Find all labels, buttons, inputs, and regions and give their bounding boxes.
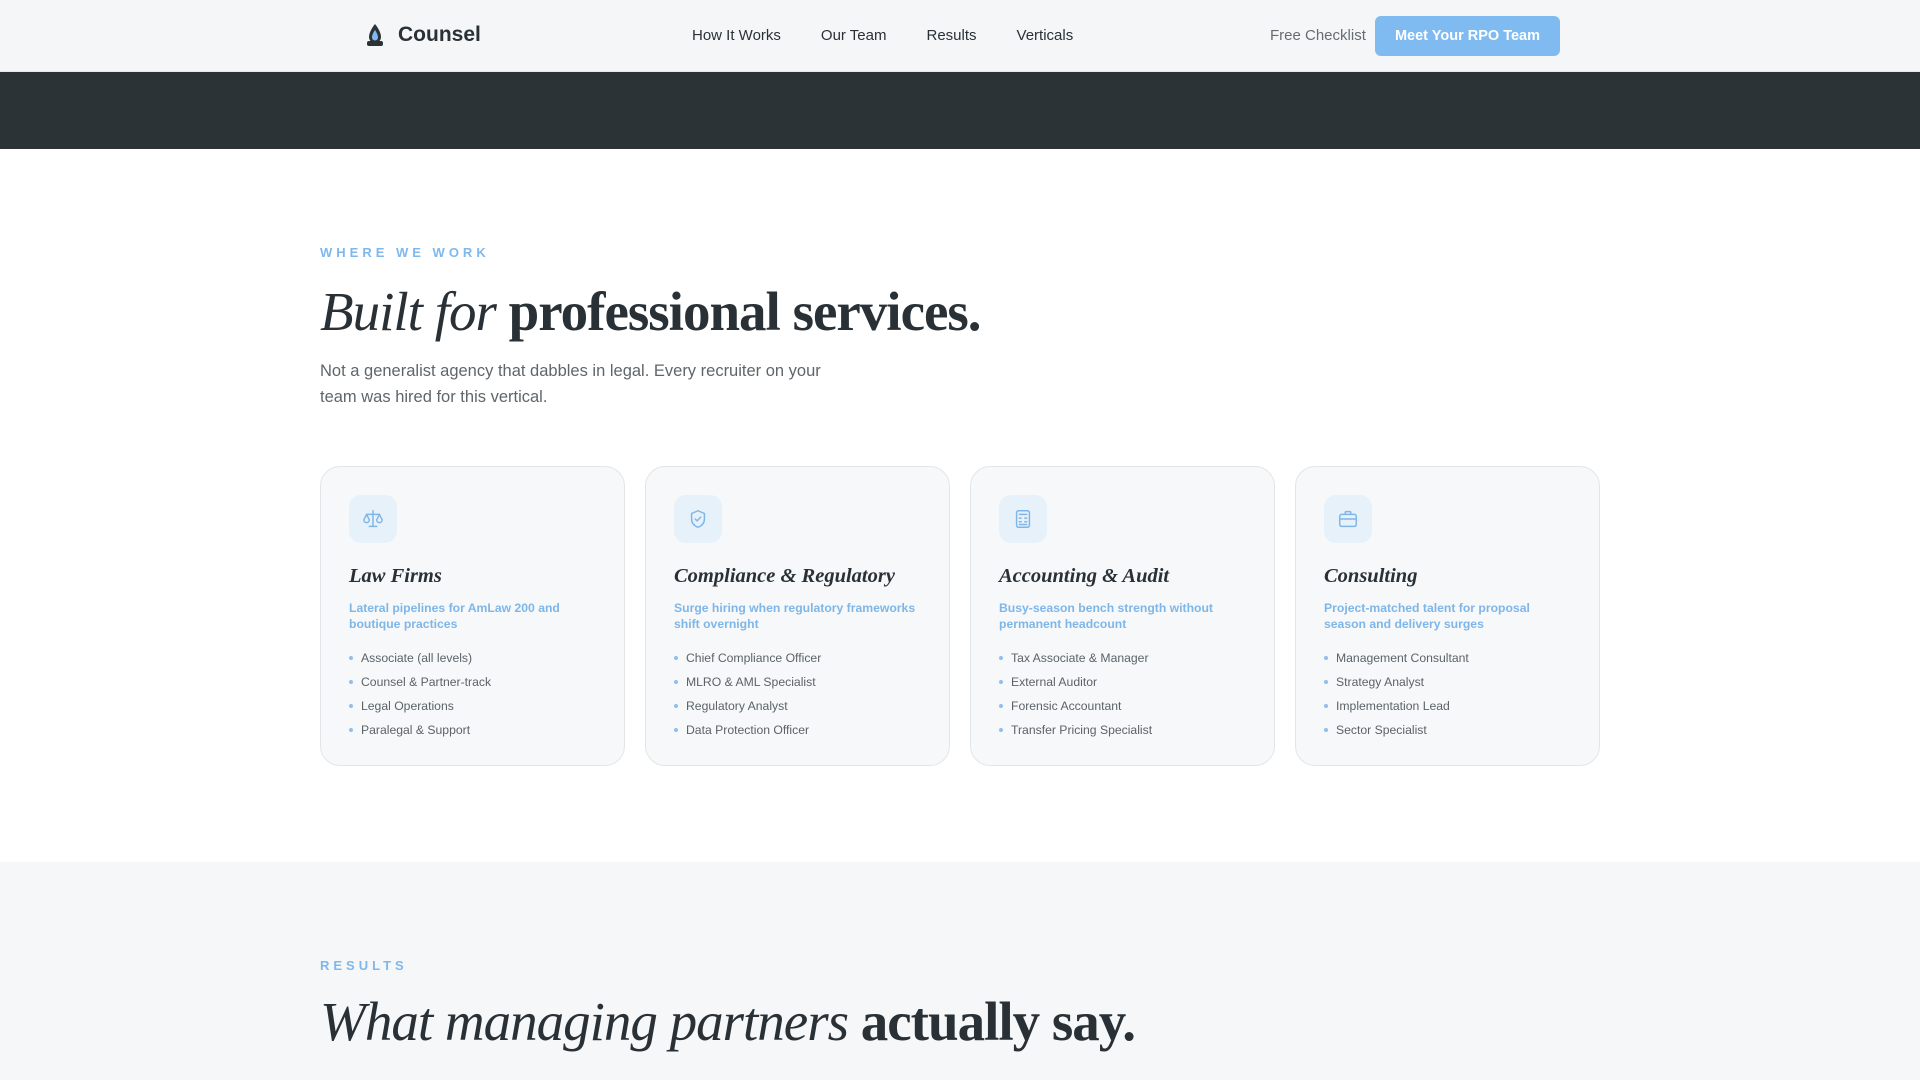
hero-dark-band xyxy=(0,72,1920,149)
section-intro: Not a generalist agency that dabbles in … xyxy=(320,362,821,406)
list-item: Data Protection Officer xyxy=(674,718,921,742)
nav-link-results[interactable]: Results xyxy=(927,27,977,44)
card-icon-wrapper xyxy=(1324,495,1372,543)
section-title-bold: actually say. xyxy=(860,991,1136,1052)
scales-icon xyxy=(363,510,383,528)
card-title: Consulting xyxy=(1324,565,1418,587)
list-item: MLRO & AML Specialist xyxy=(674,670,921,694)
section-eyebrow-results: RESULTS xyxy=(320,958,408,973)
meet-rpo-team-button[interactable]: Meet Your RPO Team xyxy=(1375,16,1560,56)
briefcase-icon xyxy=(1339,510,1357,528)
card-role-list: Tax Associate & Manager External Auditor… xyxy=(999,646,1246,742)
card-title: Accounting & Audit xyxy=(999,565,1170,587)
shield-check-icon xyxy=(690,510,706,528)
list-item: Strategy Analyst xyxy=(1324,670,1571,694)
section-title-italic: What managing partners xyxy=(320,991,849,1052)
section-eyebrow-where-we-work: WHERE WE WORK xyxy=(320,245,490,260)
card-title: Law Firms xyxy=(349,565,442,587)
card-role-list: Chief Compliance Officer MLRO & AML Spec… xyxy=(674,646,921,742)
vertical-card-law-firms: Law Firms Lateral pipelines for AmLaw 20… xyxy=(320,466,625,766)
section-title-bold: professional services. xyxy=(508,281,982,342)
card-icon-wrapper xyxy=(349,495,397,543)
calculator-icon xyxy=(1015,510,1031,528)
list-item: Counsel & Partner-track xyxy=(349,670,596,694)
nav-link-how-it-works[interactable]: How It Works xyxy=(692,27,781,44)
list-item: Sector Specialist xyxy=(1324,718,1571,742)
list-item: Implementation Lead xyxy=(1324,694,1571,718)
list-item: Associate (all levels) xyxy=(349,646,596,670)
section-title-verticals: Built for professional services. xyxy=(320,280,982,343)
vertical-card-accounting: Accounting & Audit Busy-season bench str… xyxy=(970,466,1275,766)
list-item: Chief Compliance Officer xyxy=(674,646,921,670)
nav-link-our-team[interactable]: Our Team xyxy=(821,27,887,44)
nav-link-verticals[interactable]: Verticals xyxy=(1017,27,1074,44)
list-item: Tax Associate & Manager xyxy=(999,646,1246,670)
section-title-results: What managing partners actually say. xyxy=(320,990,1136,1053)
free-checklist-link[interactable]: Free Checklist xyxy=(1270,27,1366,44)
card-role-list: Associate (all levels) Counsel & Partner… xyxy=(349,646,596,742)
card-subtitle: Project-matched talent for proposal seas… xyxy=(1324,601,1530,631)
vertical-card-compliance: Compliance & Regulatory Surge hiring whe… xyxy=(645,466,950,766)
card-icon-wrapper xyxy=(999,495,1047,543)
list-item: Regulatory Analyst xyxy=(674,694,921,718)
nav-links: How It Works Our Team Results Verticals xyxy=(692,27,1113,44)
logo-link[interactable]: Counsel xyxy=(364,22,481,48)
list-item: Transfer Pricing Specialist xyxy=(999,718,1246,742)
list-item: Forensic Accountant xyxy=(999,694,1246,718)
vertical-cards: Law Firms Lateral pipelines for AmLaw 20… xyxy=(320,466,1600,766)
section-title-italic: Built for xyxy=(320,281,497,342)
card-subtitle: Lateral pipelines for AmLaw 200 and bout… xyxy=(349,601,560,631)
logo-icon xyxy=(367,24,383,46)
card-subtitle: Busy-season bench strength without perma… xyxy=(999,601,1213,631)
list-item: Paralegal & Support xyxy=(349,718,596,742)
list-item: Management Consultant xyxy=(1324,646,1571,670)
top-nav: Counsel How It Works Our Team Results Ve… xyxy=(0,0,1920,72)
card-title: Compliance & Regulatory xyxy=(674,565,895,587)
card-icon-wrapper xyxy=(674,495,722,543)
card-subtitle: Surge hiring when regulatory frameworks … xyxy=(674,601,916,631)
card-role-list: Management Consultant Strategy Analyst I… xyxy=(1324,646,1571,742)
logo-text: Counsel xyxy=(398,23,481,46)
vertical-card-consulting: Consulting Project-matched talent for pr… xyxy=(1295,466,1600,766)
list-item: External Auditor xyxy=(999,670,1246,694)
list-item: Legal Operations xyxy=(349,694,596,718)
